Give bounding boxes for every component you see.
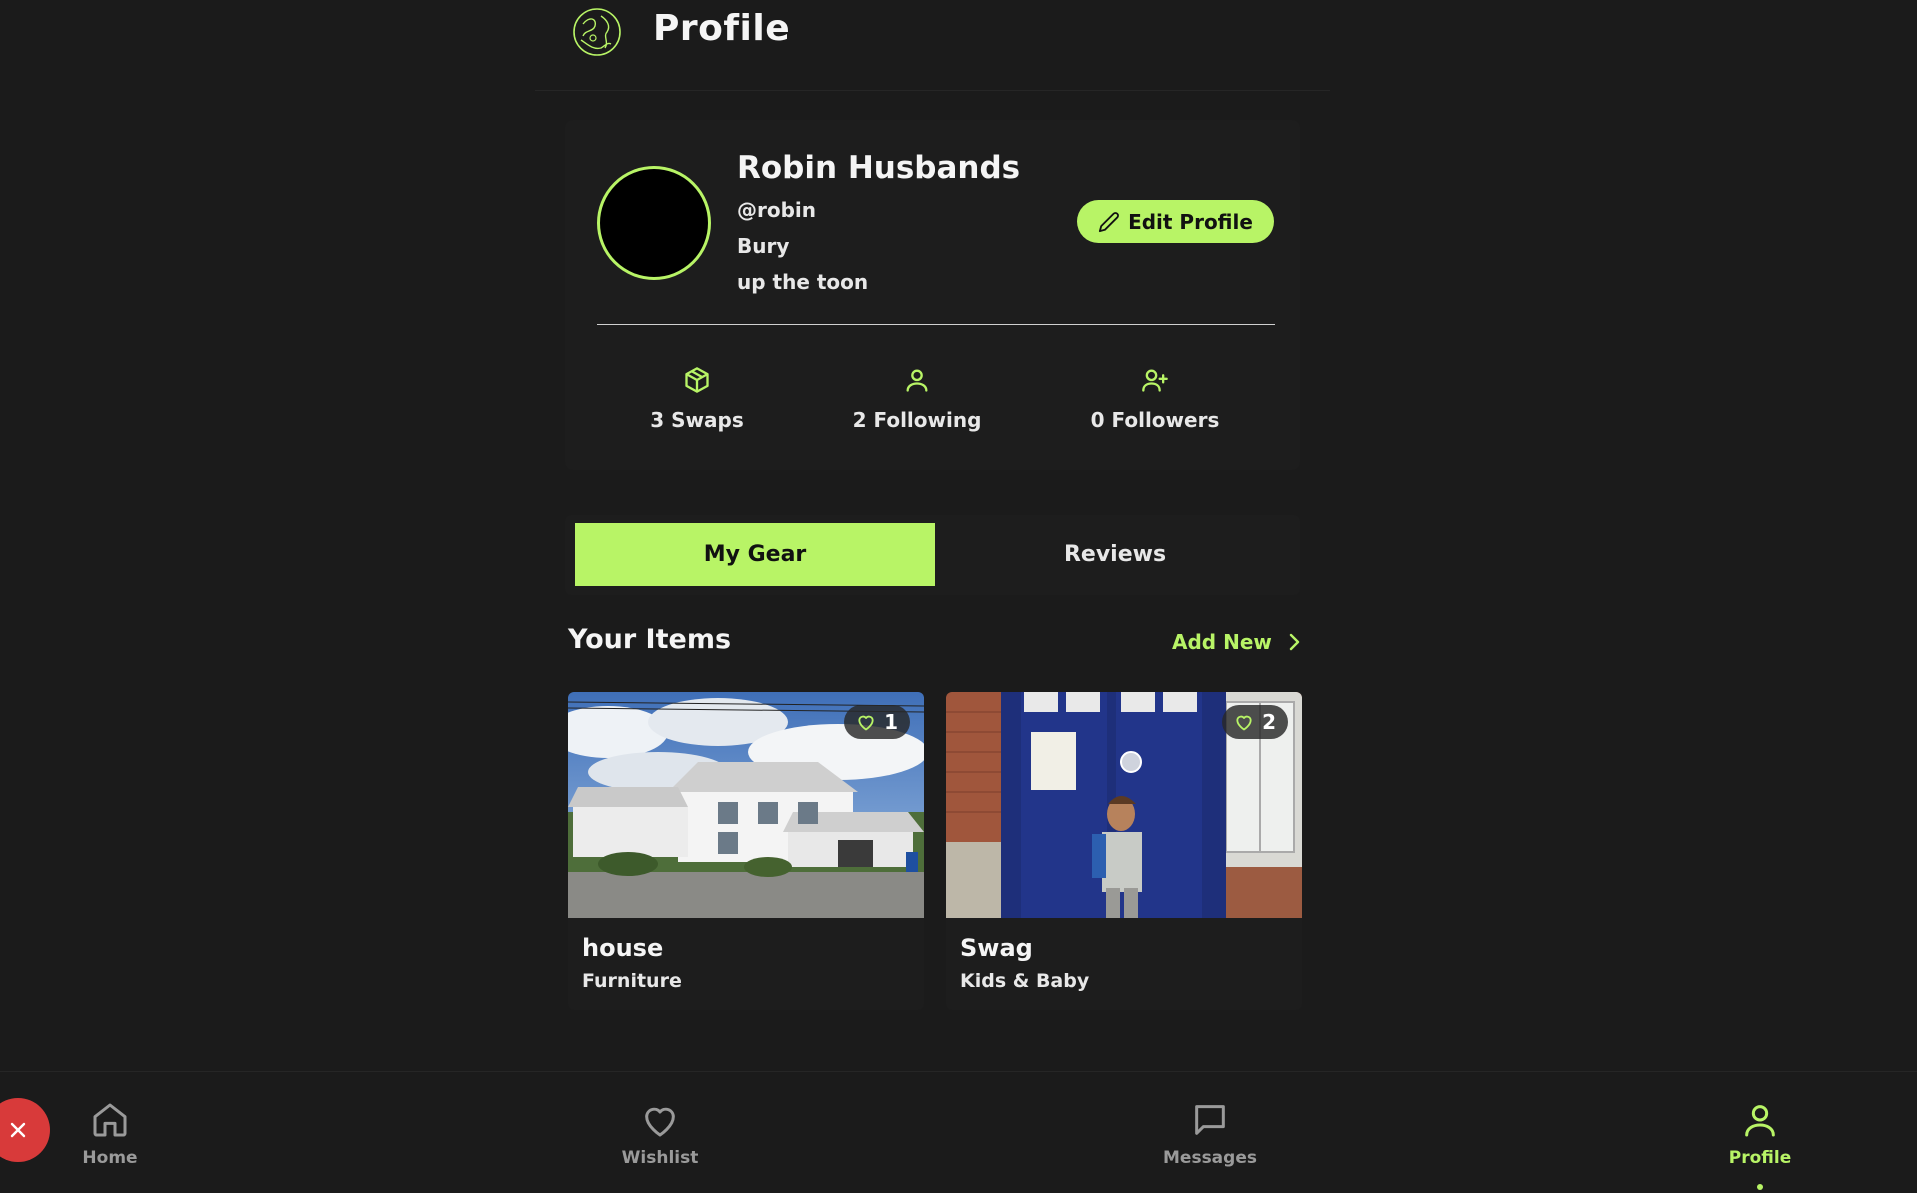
stat-followers-label: 0 Followers — [1090, 408, 1220, 432]
divider — [597, 324, 1275, 325]
nav-profile[interactable]: Profile — [1690, 1100, 1830, 1190]
profile-name: Robin Husbands — [737, 150, 1021, 186]
stat-swaps[interactable]: 3 Swaps — [597, 366, 797, 432]
box-icon — [685, 367, 709, 393]
globe-hands-icon[interactable] — [571, 6, 623, 58]
user-icon — [1745, 1105, 1775, 1137]
profile-tabs: My Gear Reviews — [565, 515, 1300, 595]
stat-following[interactable]: 2 Following — [817, 366, 1017, 432]
heart-icon — [645, 1107, 675, 1137]
profile-handle: @robin — [737, 198, 817, 222]
user-icon — [906, 369, 928, 392]
like-badge[interactable]: 1 — [844, 705, 910, 739]
pencil-icon — [1098, 211, 1119, 232]
like-badge[interactable]: 2 — [1222, 705, 1288, 739]
home-icon — [93, 1103, 127, 1137]
add-new-link[interactable]: Add New — [1172, 630, 1302, 654]
page-title: Profile — [653, 8, 791, 49]
profile-card: Robin Husbands @robin Bury up the toon E… — [565, 120, 1300, 470]
chevron-right-icon — [1289, 633, 1300, 651]
nav-home[interactable]: Home — [40, 1100, 180, 1168]
message-icon — [1195, 1105, 1225, 1135]
profile-bio: up the toon — [737, 270, 869, 294]
like-count: 1 — [884, 710, 898, 734]
app-header: Profile — [535, 0, 1330, 91]
nav-home-label: Home — [82, 1148, 138, 1168]
user-plus-icon — [1142, 369, 1168, 392]
tab-reviews[interactable]: Reviews — [935, 523, 1295, 586]
stat-followers[interactable]: 0 Followers — [1055, 366, 1255, 432]
avatar[interactable] — [597, 166, 711, 280]
item-title: Swag — [960, 934, 1033, 962]
edit-profile-button[interactable]: Edit Profile — [1077, 200, 1274, 243]
heart-icon — [858, 715, 874, 731]
like-count: 2 — [1262, 710, 1276, 734]
tab-my-gear[interactable]: My Gear — [575, 523, 935, 586]
item-card[interactable]: 2 Swag Kids & Baby — [946, 692, 1302, 1010]
nav-messages-label: Messages — [1163, 1148, 1257, 1168]
section-title: Your Items — [568, 624, 732, 655]
nav-profile-label: Profile — [1728, 1148, 1792, 1168]
stat-following-label: 2 Following — [852, 408, 982, 432]
item-title: house — [582, 934, 664, 962]
nav-messages[interactable]: Messages — [1140, 1100, 1280, 1168]
add-new-label: Add New — [1172, 630, 1272, 654]
active-indicator — [1757, 1184, 1763, 1190]
nav-wishlist[interactable]: Wishlist — [590, 1100, 730, 1168]
heart-icon — [1236, 715, 1252, 731]
nav-wishlist-label: Wishlist — [621, 1148, 699, 1168]
bottom-nav: Home Wishlist Messages Profile — [0, 1071, 1917, 1193]
stat-swaps-label: 3 Swaps — [650, 408, 744, 432]
item-category: Kids & Baby — [960, 970, 1090, 992]
item-category: Furniture — [582, 970, 682, 992]
profile-location: Bury — [737, 234, 790, 258]
item-card[interactable]: 1 house Furniture — [568, 692, 924, 1010]
close-icon — [10, 1122, 26, 1138]
edit-profile-label: Edit Profile — [1128, 209, 1253, 234]
